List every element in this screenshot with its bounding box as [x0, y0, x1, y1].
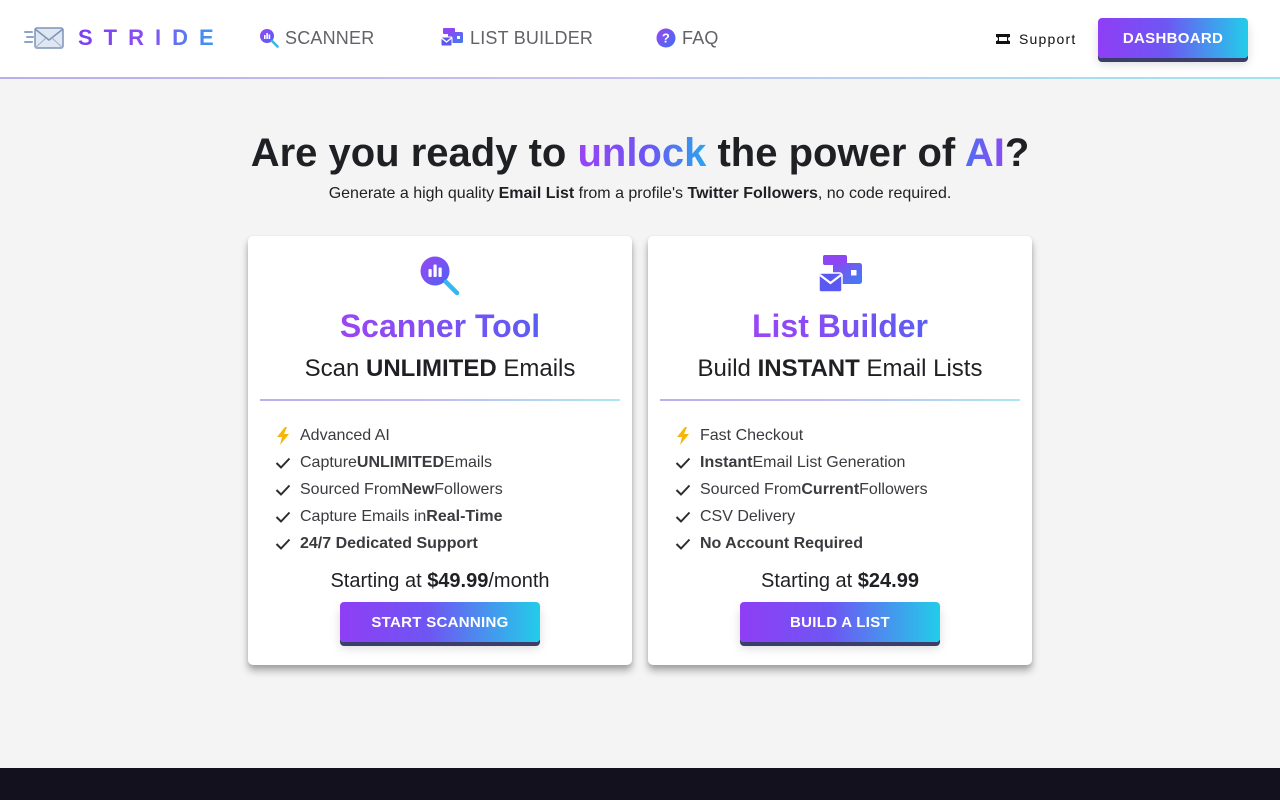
price-text: Starting at	[761, 570, 858, 592]
price-period: /month	[488, 570, 550, 592]
check-icon	[274, 454, 292, 472]
magnifier-chart-icon	[260, 29, 279, 48]
start-scanning-button[interactable]: START SCANNING	[340, 602, 540, 642]
price-amount: $49.99	[427, 570, 489, 592]
feature-text: Capture	[300, 453, 357, 471]
list-builder-card: List Builder Build INSTANT Email Lists F…	[648, 236, 1032, 665]
feature-text: Followers	[434, 480, 503, 498]
card-divider	[660, 399, 1020, 401]
check-icon	[274, 535, 292, 553]
hero-title-text: Are you ready to	[250, 131, 578, 175]
feature-bold: UNLIMITED	[356, 453, 445, 471]
feature-bold: Instant	[700, 453, 753, 471]
feature-bold: New	[401, 480, 435, 498]
feature-item: No Account Required	[674, 530, 1014, 557]
header-divider	[0, 77, 1280, 79]
price-label: Starting at $49.99/month	[248, 569, 632, 593]
feature-item: Advanced AI	[274, 422, 614, 449]
svg-text:?: ?	[662, 31, 670, 46]
top-navbar: STRIDE SCANNER LIST BUILDER ? FAQ Suppor…	[0, 0, 1280, 79]
feature-text: Emails	[444, 453, 493, 471]
hero-subtitle-text: Generate a high quality	[328, 185, 499, 202]
lightning-icon	[674, 426, 692, 445]
hero-subtitle-text: from a profile's	[574, 185, 688, 202]
hero-title: Are you ready to unlock the power of AI?	[0, 130, 1280, 176]
feature-list: Advanced AI Capture UNLIMITED Emails Sou…	[274, 422, 614, 557]
nav-scanner[interactable]: SCANNER	[259, 26, 374, 50]
card-title-text: Scanner Tool	[339, 308, 541, 344]
hero-subtitle-bold: Twitter Followers	[687, 185, 818, 202]
nav-faq-label: FAQ	[682, 27, 719, 48]
card-subtitle-text: Emails	[496, 355, 576, 382]
price-text: Starting at	[330, 570, 428, 592]
hero-title-highlight-ai: AI	[964, 131, 1005, 175]
check-icon	[274, 481, 292, 499]
price-amount: $24.99	[857, 570, 919, 592]
card-subtitle-text: Build	[697, 355, 758, 382]
hero-subtitle-bold: Email List	[498, 185, 575, 202]
card-divider	[260, 399, 620, 401]
card-subtitle-bold: UNLIMITED	[366, 355, 497, 382]
card-title: List Builder	[648, 306, 1032, 346]
card-subtitle-text: Scan	[304, 355, 367, 382]
envelope-speed-icon	[24, 27, 64, 49]
feature-text: CSV Delivery	[700, 507, 796, 525]
feature-item: Instant Email List Generation	[674, 449, 1014, 476]
card-subtitle: Scan UNLIMITED Emails	[248, 354, 632, 384]
feature-bold: No Account Required	[700, 534, 863, 552]
dashboard-button[interactable]: DASHBOARD	[1098, 18, 1248, 58]
feature-text: Sourced From	[700, 480, 802, 498]
feature-text: Capture Emails in	[300, 507, 427, 525]
check-icon	[674, 535, 692, 553]
card-subtitle-bold: INSTANT	[757, 355, 860, 382]
magnifier-chart-icon	[420, 256, 460, 296]
feature-text: Email List Generation	[752, 453, 906, 471]
feature-item: Capture Emails in Real-Time	[274, 503, 614, 530]
lightning-icon	[274, 426, 292, 445]
hero-subtitle: Generate a high quality Email List from …	[0, 184, 1280, 204]
stacked-mail-icon	[818, 255, 862, 293]
feature-bold: Real-Time	[426, 507, 503, 525]
check-icon	[674, 508, 692, 526]
nav-list-builder[interactable]: LIST BUILDER	[440, 26, 593, 50]
check-icon	[674, 454, 692, 472]
stacked-mail-icon	[440, 28, 463, 47]
support-label: Support	[1019, 31, 1077, 47]
nav-scanner-label: SCANNER	[285, 27, 375, 48]
feature-item: CSV Delivery	[674, 503, 1014, 530]
brand-name: STRIDE	[78, 25, 225, 50]
hero-title-text: the power of	[706, 131, 965, 175]
card-title-text: List Builder	[751, 308, 928, 344]
feature-bold: Current	[801, 480, 860, 498]
feature-item: Capture UNLIMITED Emails	[274, 449, 614, 476]
check-icon	[274, 508, 292, 526]
card-title: Scanner Tool	[248, 306, 632, 346]
check-icon	[674, 481, 692, 499]
hero-title-text: ?	[1004, 131, 1030, 175]
scanner-tool-card: Scanner Tool Scan UNLIMITED Emails Advan…	[248, 236, 632, 665]
feature-text: Followers	[859, 480, 928, 498]
footer-bar	[0, 768, 1280, 800]
question-circle-icon: ?	[656, 28, 676, 48]
card-subtitle-text: Email Lists	[859, 355, 983, 382]
feature-item: Fast Checkout	[674, 422, 1014, 449]
nav-faq[interactable]: ? FAQ	[656, 26, 719, 50]
hero-title-highlight-unlock: unlock	[577, 131, 707, 175]
support-link[interactable]: Support	[995, 30, 1076, 48]
nav-list-builder-label: LIST BUILDER	[470, 27, 594, 48]
brand-logo[interactable]: STRIDE	[24, 22, 225, 54]
feature-list: Fast Checkout Instant Email List Generat…	[674, 422, 1014, 557]
ticket-icon	[996, 34, 1010, 44]
feature-item: 24/7 Dedicated Support	[274, 530, 614, 557]
feature-item: Sourced From New Followers	[274, 476, 614, 503]
feature-bold: 24/7 Dedicated Support	[300, 534, 478, 552]
price-label: Starting at $24.99	[648, 569, 1032, 593]
feature-text: Advanced AI	[300, 426, 390, 444]
feature-text: Fast Checkout	[700, 426, 804, 444]
hero-subtitle-text: , no code required.	[817, 185, 952, 202]
card-subtitle: Build INSTANT Email Lists	[648, 354, 1032, 384]
feature-text: Sourced From	[300, 480, 402, 498]
feature-item: Sourced From Current Followers	[674, 476, 1014, 503]
build-a-list-button[interactable]: BUILD A LIST	[740, 602, 940, 642]
